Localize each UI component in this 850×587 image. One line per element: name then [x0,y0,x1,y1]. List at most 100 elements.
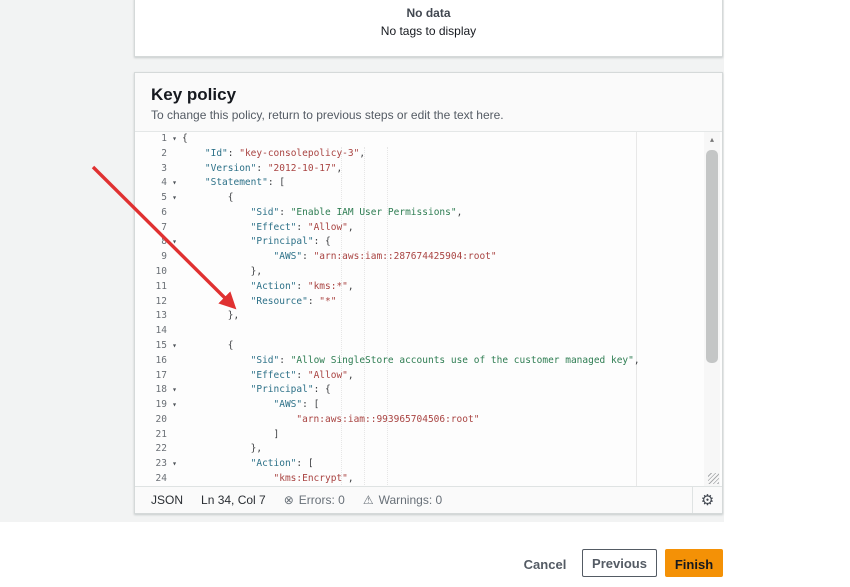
code-line-24[interactable]: 24 "kms:Encrypt", [135,472,722,487]
line-number: 9 [135,250,167,265]
code-line-19[interactable]: 19▾ "AWS": [ [135,398,722,413]
code-text: "AWS": "arn:aws:iam::287674425904:root" [182,250,497,265]
editor-resize-handle[interactable] [708,473,719,484]
errors-status: ⊗ Errors: 0 [284,493,345,507]
wizard-footer: Cancel Previous Finish [0,544,724,582]
code-text: { [182,339,234,354]
code-line-1[interactable]: 1▾{ [135,132,722,147]
key-policy-description: To change this policy, return to previou… [151,108,702,122]
code-text: "Sid": "Allow SingleStore accounts use o… [182,354,640,369]
line-number: 8 [135,235,167,250]
fold-arrow-icon[interactable]: ▾ [167,235,182,250]
line-number: 5 [135,191,167,206]
tags-empty-card: No data No tags to display [134,0,723,57]
code-line-17[interactable]: 17 "Effect": "Allow", [135,369,722,384]
line-number: 15 [135,339,167,354]
code-line-7[interactable]: 7 "Effect": "Allow", [135,221,722,236]
line-number: 20 [135,413,167,428]
code-line-23[interactable]: 23▾ "Action": [ [135,457,722,472]
fold-arrow-icon[interactable]: ▾ [167,339,182,354]
line-number: 19 [135,398,167,413]
code-text: "Id": "key-consolepolicy-3", [182,147,365,162]
line-number: 22 [135,442,167,457]
line-number: 1 [135,132,167,147]
code-text: "Version": "2012-10-17", [182,162,342,177]
code-text: "Sid": "Enable IAM User Permissions", [182,206,462,221]
page: No data No tags to display Key policy To… [0,0,850,587]
code-line-8[interactable]: 8▾ "Principal": { [135,235,722,250]
line-number: 6 [135,206,167,221]
no-data-label: No data [135,6,722,20]
gear-icon[interactable]: ⚙ [701,491,714,509]
code-text: "Principal": { [182,235,331,250]
code-line-16[interactable]: 16 "Sid": "Allow SingleStore accounts us… [135,354,722,369]
code-text: "Action": [ [182,457,314,472]
line-number: 23 [135,457,167,472]
no-tags-message: No tags to display [135,24,722,38]
cursor-position-label: Ln 34, Col 7 [201,493,266,507]
code-line-6[interactable]: 6 "Sid": "Enable IAM User Permissions", [135,206,722,221]
code-line-9[interactable]: 9 "AWS": "arn:aws:iam::287674425904:root… [135,250,722,265]
fold-arrow-icon[interactable]: ▾ [167,457,182,472]
line-number: 4 [135,176,167,191]
code-line-4[interactable]: 4▾ "Statement": [ [135,176,722,191]
code-line-21[interactable]: 21 ] [135,428,722,443]
warnings-count-label: Warnings: 0 [379,493,443,507]
code-text: "Effect": "Allow", [182,221,354,236]
code-text: }, [182,265,262,280]
code-line-5[interactable]: 5▾ { [135,191,722,206]
code-line-2[interactable]: 2 "Id": "key-consolepolicy-3", [135,147,722,162]
key-policy-card: Key policy To change this policy, return… [134,72,723,514]
code-text: "Principal": { [182,383,331,398]
fold-arrow-icon[interactable]: ▾ [167,176,182,191]
errors-count-label: Errors: 0 [299,493,345,507]
code-text: }, [182,442,262,457]
code-line-10[interactable]: 10 }, [135,265,722,280]
line-number: 10 [135,265,167,280]
code-text: "arn:aws:iam::993965704506:root" [182,413,479,428]
code-lines: 1▾{2 "Id": "key-consolepolicy-3",3 "Vers… [135,132,722,487]
line-number: 14 [135,324,167,339]
code-line-13[interactable]: 13 }, [135,309,722,324]
code-line-12[interactable]: 12 "Resource": "*" [135,295,722,310]
code-text: "Effect": "Allow", [182,369,354,384]
line-number: 18 [135,383,167,398]
key-policy-header: Key policy To change this policy, return… [135,73,722,132]
code-text: "kms:Encrypt", [182,472,354,487]
policy-json-editor[interactable]: 1▾{2 "Id": "key-consolepolicy-3",3 "Vers… [135,132,722,487]
code-line-3[interactable]: 3 "Version": "2012-10-17", [135,162,722,177]
fold-arrow-icon[interactable]: ▾ [167,191,182,206]
code-text: { [182,132,188,147]
code-text: ] [182,428,279,443]
warning-triangle-icon: ⚠ [363,493,374,507]
line-number: 7 [135,221,167,236]
cancel-button[interactable]: Cancel [514,550,576,577]
finish-button[interactable]: Finish [665,549,723,577]
code-text: "AWS": [ [182,398,319,413]
code-line-15[interactable]: 15▾ { [135,339,722,354]
line-number: 21 [135,428,167,443]
code-text: "Statement": [ [182,176,285,191]
code-text: "Action": "kms:*", [182,280,354,295]
fold-arrow-icon[interactable]: ▾ [167,132,182,147]
previous-button[interactable]: Previous [582,549,657,577]
code-line-22[interactable]: 22 }, [135,442,722,457]
fold-arrow-icon[interactable]: ▾ [167,398,182,413]
line-number: 2 [135,147,167,162]
line-number: 3 [135,162,167,177]
line-number: 16 [135,354,167,369]
editor-scrollbar[interactable]: ▴ [704,132,720,487]
editor-settings-cell[interactable]: ⚙ [692,487,722,513]
code-line-11[interactable]: 11 "Action": "kms:*", [135,280,722,295]
code-line-18[interactable]: 18▾ "Principal": { [135,383,722,398]
scrollbar-thumb[interactable] [706,150,718,363]
fold-arrow-icon[interactable]: ▾ [167,383,182,398]
editor-status-bar: JSON Ln 34, Col 7 ⊗ Errors: 0 ⚠ Warnings… [135,486,722,513]
code-line-20[interactable]: 20 "arn:aws:iam::993965704506:root" [135,413,722,428]
warnings-status: ⚠ Warnings: 0 [363,493,442,507]
code-text: }, [182,309,239,324]
scroll-up-icon[interactable]: ▴ [704,134,720,146]
code-line-14[interactable]: 14 [135,324,722,339]
line-number: 24 [135,472,167,487]
line-number: 12 [135,295,167,310]
